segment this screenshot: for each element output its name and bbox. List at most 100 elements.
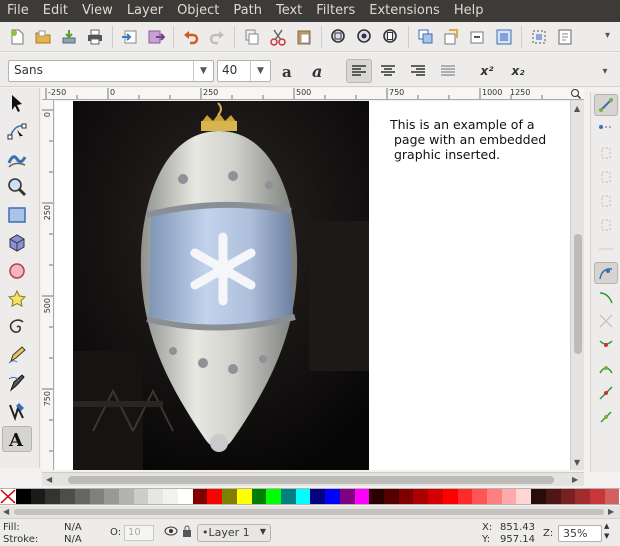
color-swatch[interactable]: [222, 489, 237, 504]
ellipse-tool-icon[interactable]: [2, 258, 32, 284]
opacity-field[interactable]: 10: [124, 525, 154, 541]
menu-view[interactable]: View: [75, 0, 120, 22]
color-swatch[interactable]: [442, 489, 458, 504]
open-folder-icon[interactable]: [31, 25, 55, 49]
caption-text[interactable]: This is an example of a page with an emb…: [390, 117, 570, 162]
font-size-combo[interactable]: 40 ▼: [217, 60, 271, 82]
color-swatch[interactable]: [383, 489, 399, 504]
tweak-tool-icon[interactable]: [2, 146, 32, 172]
color-swatch[interactable]: [325, 489, 340, 504]
ruler-corner-zoom-icon[interactable]: [570, 88, 584, 100]
no-paint-swatch[interactable]: [0, 489, 16, 504]
color-swatch[interactable]: [133, 489, 149, 504]
snap-cusp-nodes-icon[interactable]: [594, 334, 618, 356]
drawing-canvas[interactable]: This is an example of a page with an emb…: [55, 101, 570, 470]
color-swatch[interactable]: [295, 489, 311, 504]
snap-midpoints-icon[interactable]: [594, 382, 618, 404]
color-swatch[interactable]: [487, 489, 502, 504]
color-swatch[interactable]: [251, 489, 267, 504]
palette-scrollbar[interactable]: ◀ ▶: [0, 506, 620, 518]
color-swatch[interactable]: [604, 489, 620, 504]
color-swatch[interactable]: [310, 489, 326, 504]
copy-icon[interactable]: [240, 25, 264, 49]
document-properties-icon[interactable]: [553, 25, 577, 49]
color-swatch[interactable]: [339, 489, 355, 504]
color-swatch[interactable]: [30, 489, 46, 504]
horizontal-scroll-thumb[interactable]: [68, 476, 554, 484]
visibility-eye-icon[interactable]: [164, 525, 178, 540]
scroll-left-icon[interactable]: ◀: [46, 475, 52, 484]
pen-tool-icon[interactable]: [2, 370, 32, 396]
selector-tool-icon[interactable]: [2, 90, 32, 116]
menu-help[interactable]: Help: [447, 0, 491, 22]
color-swatch[interactable]: [531, 489, 546, 504]
scroll-left-icon[interactable]: ◀: [3, 507, 9, 516]
color-swatch[interactable]: [398, 489, 414, 504]
save-icon[interactable]: [57, 25, 81, 49]
snap-bbox-edge-icon[interactable]: [594, 142, 618, 164]
menu-path[interactable]: Path: [226, 0, 269, 22]
color-swatch[interactable]: [45, 489, 61, 504]
font-family-combo[interactable]: Sans ▼: [8, 60, 214, 82]
snap-bbox-corner-icon[interactable]: [594, 166, 618, 188]
color-swatch[interactable]: [280, 489, 296, 504]
menu-extensions[interactable]: Extensions: [362, 0, 447, 22]
fit-page-selection-icon[interactable]: [527, 25, 551, 49]
stroke-value[interactable]: N/A: [64, 534, 82, 545]
spiral-tool-icon[interactable]: [2, 314, 32, 340]
text-toolbar-overflow-icon[interactable]: ▾: [592, 59, 618, 83]
subscript-button[interactable]: x₂: [505, 59, 531, 83]
scroll-up-icon[interactable]: ▲: [574, 104, 580, 113]
color-swatch[interactable]: [74, 489, 90, 504]
snap-paths-icon[interactable]: [594, 286, 618, 308]
menu-object[interactable]: Object: [170, 0, 226, 22]
menu-text[interactable]: Text: [269, 0, 309, 22]
color-swatch[interactable]: [457, 489, 473, 504]
pencil-tool-icon[interactable]: [2, 342, 32, 368]
color-swatch[interactable]: [236, 489, 252, 504]
color-swatch[interactable]: [266, 489, 281, 504]
lock-icon[interactable]: [182, 524, 192, 541]
align-center-button[interactable]: [375, 59, 401, 83]
color-swatch[interactable]: [16, 489, 31, 504]
import-icon[interactable]: [118, 25, 142, 49]
color-swatch[interactable]: [148, 489, 164, 504]
chevron-down-icon[interactable]: ▼: [250, 61, 270, 81]
paste-icon[interactable]: [292, 25, 316, 49]
toolbar-overflow-icon[interactable]: ▾: [605, 30, 610, 41]
snap-smooth-nodes-icon[interactable]: [594, 358, 618, 380]
scroll-down-icon[interactable]: ▼: [574, 458, 580, 467]
color-swatch[interactable]: [89, 489, 105, 504]
rectangle-tool-icon[interactable]: [2, 202, 32, 228]
snap-intersections-icon[interactable]: [594, 310, 618, 332]
zoom-drawing-icon[interactable]: [353, 25, 377, 49]
group-icon[interactable]: [492, 25, 516, 49]
zoom-up-icon[interactable]: ▲: [604, 522, 609, 530]
zoom-selection-icon[interactable]: [327, 25, 351, 49]
cut-icon[interactable]: [266, 25, 290, 49]
justify-button[interactable]: [435, 59, 461, 83]
menu-edit[interactable]: Edit: [36, 0, 75, 22]
snap-nodes-icon[interactable]: [594, 262, 618, 284]
redo-icon[interactable]: [205, 25, 229, 49]
align-right-button[interactable]: [405, 59, 431, 83]
snap-bbox-midpoint-icon[interactable]: [594, 190, 618, 212]
clone-icon[interactable]: [440, 25, 464, 49]
color-swatch[interactable]: [428, 489, 443, 504]
embedded-ornament-image[interactable]: [73, 101, 369, 470]
scroll-right-icon[interactable]: ▶: [608, 507, 614, 516]
print-icon[interactable]: [83, 25, 107, 49]
layer-selector[interactable]: •Layer 1 ▼: [197, 524, 271, 542]
fill-value[interactable]: N/A: [64, 522, 82, 533]
menu-file[interactable]: File: [0, 0, 36, 22]
color-swatch[interactable]: [163, 489, 178, 504]
text-tool-icon[interactable]: A: [2, 426, 32, 452]
calligraphy-tool-icon[interactable]: [2, 398, 32, 424]
align-left-button[interactable]: [346, 59, 372, 83]
snap-bbox-center-icon[interactable]: [594, 214, 618, 236]
color-swatch[interactable]: [177, 489, 193, 504]
menu-filters[interactable]: Filters: [309, 0, 362, 22]
scroll-right-icon[interactable]: ▶: [572, 475, 578, 484]
vertical-scrollbar[interactable]: ▲ ▼: [570, 100, 584, 470]
zoom-page-icon[interactable]: [379, 25, 403, 49]
